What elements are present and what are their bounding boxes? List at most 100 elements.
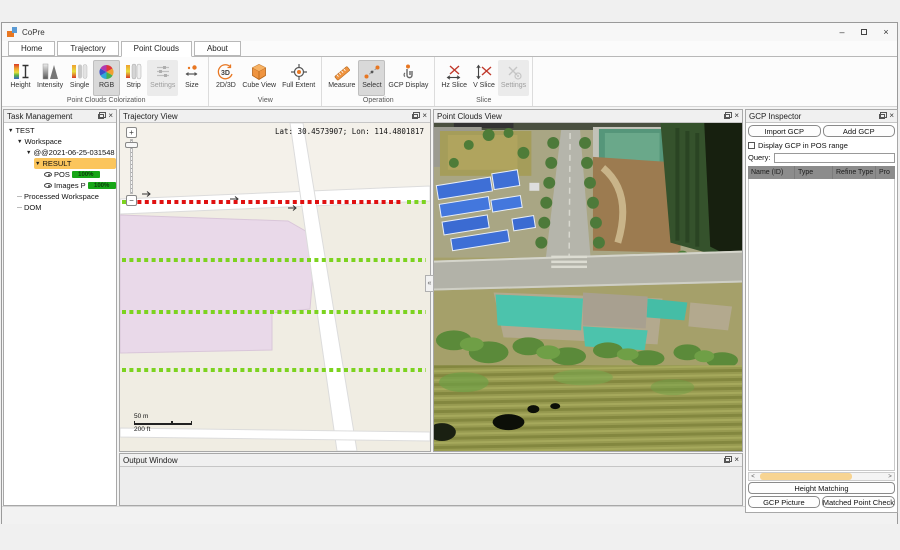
close-panel-icon[interactable]: ×: [734, 456, 739, 464]
expander-icon[interactable]: ▼: [17, 139, 22, 145]
eye-visibility-icon[interactable]: [44, 183, 52, 188]
collapse-panel-button[interactable]: «: [425, 275, 434, 292]
import-gcp-button[interactable]: Import GCP: [748, 125, 821, 137]
tree-item-label: Images P: [54, 181, 86, 190]
float-panel-icon[interactable]: [724, 455, 733, 463]
tree-item-label: Processed Workspace: [24, 192, 99, 201]
tab-trajectory[interactable]: Trajectory: [57, 41, 119, 56]
app-icon: [7, 26, 18, 38]
scroll-right-icon[interactable]: >: [886, 474, 894, 480]
ribbon-button-full-extent[interactable]: Full Extent: [279, 60, 318, 96]
tab-point-clouds[interactable]: Point Clouds: [120, 41, 192, 57]
restore-button[interactable]: [853, 24, 875, 40]
zoom-slider-handle[interactable]: [125, 142, 138, 148]
tab-about[interactable]: About: [193, 41, 241, 56]
ribbon-button-label: Settings: [500, 82, 527, 89]
map-scale-bar: 50 m 200 ft: [134, 413, 192, 433]
gcp-horizontal-scrollbar[interactable]: < >: [748, 472, 895, 481]
expander-icon[interactable]: ▼: [26, 150, 31, 156]
ribbon-button-height[interactable]: Height: [7, 60, 34, 96]
float-panel-icon[interactable]: [98, 111, 107, 119]
ribbon-button-single[interactable]: Single: [66, 60, 93, 96]
panel-titlebar-icons: ×: [879, 111, 894, 120]
display-gcp-checkbox-label: Display GCP in POS range: [758, 140, 848, 150]
scrollbar-thumb[interactable]: [759, 473, 853, 480]
tab-home[interactable]: Home: [8, 41, 56, 56]
gcp-picture-button[interactable]: GCP Picture: [748, 496, 820, 508]
tree-item-label: @@2021-06-25-031548: [33, 148, 115, 157]
close-panel-icon[interactable]: ×: [422, 112, 427, 120]
expander-icon[interactable]: ▼: [8, 128, 13, 134]
gcp-column-header-refine-type[interactable]: Refine Type: [833, 166, 876, 179]
display-gcp-checkbox[interactable]: [748, 141, 755, 149]
tree-item-test[interactable]: ▼ TEST: [4, 125, 116, 136]
progress-value: 100%: [78, 171, 94, 178]
point-cloud-viewport[interactable]: [434, 123, 742, 451]
window-titlebar: CoPre – ×: [2, 23, 897, 41]
minimize-button[interactable]: –: [831, 24, 853, 40]
eye-visibility-icon[interactable]: [44, 172, 52, 177]
close-panel-icon[interactable]: ×: [108, 112, 113, 120]
ribbon-button-intensity[interactable]: Intensity: [34, 60, 66, 96]
tree-item-workspace[interactable]: ▼ Workspace: [4, 136, 116, 147]
panel-title: Trajectory View: [123, 111, 178, 121]
scrollbar-track[interactable]: [757, 473, 886, 480]
tree-item-processed-workspace[interactable]: Processed Workspace: [4, 191, 116, 202]
tree-item-result[interactable]: ▼ RESULT: [4, 158, 116, 169]
float-panel-icon[interactable]: [724, 111, 733, 119]
ribbon-button-rgb[interactable]: RGB: [93, 60, 121, 96]
ribbon-button-gcp-display[interactable]: GCP Display: [385, 60, 431, 96]
scale-metric-label: 50 m: [134, 413, 149, 420]
svg-text:3D: 3D: [221, 70, 230, 77]
point-clouds-view-panel: Point Clouds View ×: [433, 109, 743, 452]
expander-icon[interactable]: ▼: [35, 161, 40, 167]
ribbon-button-label: Single: [69, 82, 90, 89]
gcp-inspector-panel: GCP Inspector × Import GCP Add GCP Displ…: [745, 109, 898, 513]
window-title: CoPre: [22, 27, 45, 37]
ribbon-button-select[interactable]: Select: [358, 60, 386, 96]
ribbon-button-label: Full Extent: [282, 82, 316, 89]
gcp-button-row: Import GCP Add GCP: [748, 125, 895, 137]
scroll-left-icon[interactable]: <: [749, 474, 757, 480]
ribbon-group-label: View: [257, 97, 273, 104]
float-panel-icon[interactable]: [412, 111, 421, 119]
gcp-column-header-name-id[interactable]: Name (ID): [748, 166, 795, 179]
tree-item-band: Processed Workspace: [16, 191, 116, 202]
ribbon: Height Intensity Single RGB Strip Settings Siz…: [2, 57, 897, 107]
add-gcp-button[interactable]: Add GCP: [822, 125, 895, 137]
height-matching-button[interactable]: Height Matching: [748, 482, 895, 494]
ribbon-button-size[interactable]: Size: [178, 60, 205, 96]
task-tree[interactable]: ▼ TEST ▼ Workspace ▼ @@2021-06-25-031548 ▼ RESU…: [4, 123, 116, 505]
tree-item-band: ▼ Workspace: [16, 136, 116, 147]
matched-point-check-button[interactable]: Matched Point Check: [821, 496, 895, 508]
ribbon-button-cube-view[interactable]: Cube View: [239, 60, 279, 96]
v-slice-icon: [475, 62, 493, 81]
tree-item-dom[interactable]: DOM: [4, 202, 116, 213]
gcp-column-header-type[interactable]: Type: [795, 166, 833, 179]
float-panel-icon[interactable]: [879, 111, 888, 119]
trajectory-map[interactable]: Lat: 30.4573907; Lon: 114.4801817 + − 50…: [120, 123, 430, 451]
ribbon-button-strip[interactable]: Strip: [120, 60, 147, 96]
gcp-column-header-pro[interactable]: Pro: [876, 166, 895, 179]
gcp-inspector-body: Import GCP Add GCP Display GCP in POS ra…: [746, 123, 897, 512]
output-log-area[interactable]: [120, 467, 742, 505]
panel-titlebar: GCP Inspector ×: [746, 110, 897, 123]
gcp-table-body[interactable]: [748, 179, 895, 471]
tree-item-2021-06-25-031548[interactable]: ▼ @@2021-06-25-031548: [4, 147, 116, 158]
close-panel-icon[interactable]: ×: [734, 112, 739, 120]
panel-titlebar: Trajectory View ×: [120, 110, 430, 123]
scale-bar-line: [134, 421, 192, 425]
ribbon-group-operation: Measure Select GCP Display Operation: [322, 57, 436, 106]
ribbon-button-2d-3d[interactable]: 3D 2D/3D: [212, 60, 239, 96]
ribbon-button-measure[interactable]: Measure: [325, 60, 358, 96]
app-window: CoPre – × Home Trajectory Point Clouds Abou…: [1, 22, 898, 524]
zoom-in-button[interactable]: +: [126, 127, 137, 138]
tree-item-pos[interactable]: POS 100%: [4, 169, 116, 180]
ribbon-button-hz-slice[interactable]: Hz Slice: [438, 60, 470, 96]
zoom-out-button[interactable]: −: [126, 195, 137, 206]
query-input[interactable]: [773, 152, 895, 163]
tree-item-images-p[interactable]: Images P 100%: [4, 180, 116, 191]
close-button[interactable]: ×: [875, 24, 897, 40]
close-panel-icon[interactable]: ×: [889, 112, 894, 120]
ribbon-button-v-slice[interactable]: V Slice: [470, 60, 498, 96]
